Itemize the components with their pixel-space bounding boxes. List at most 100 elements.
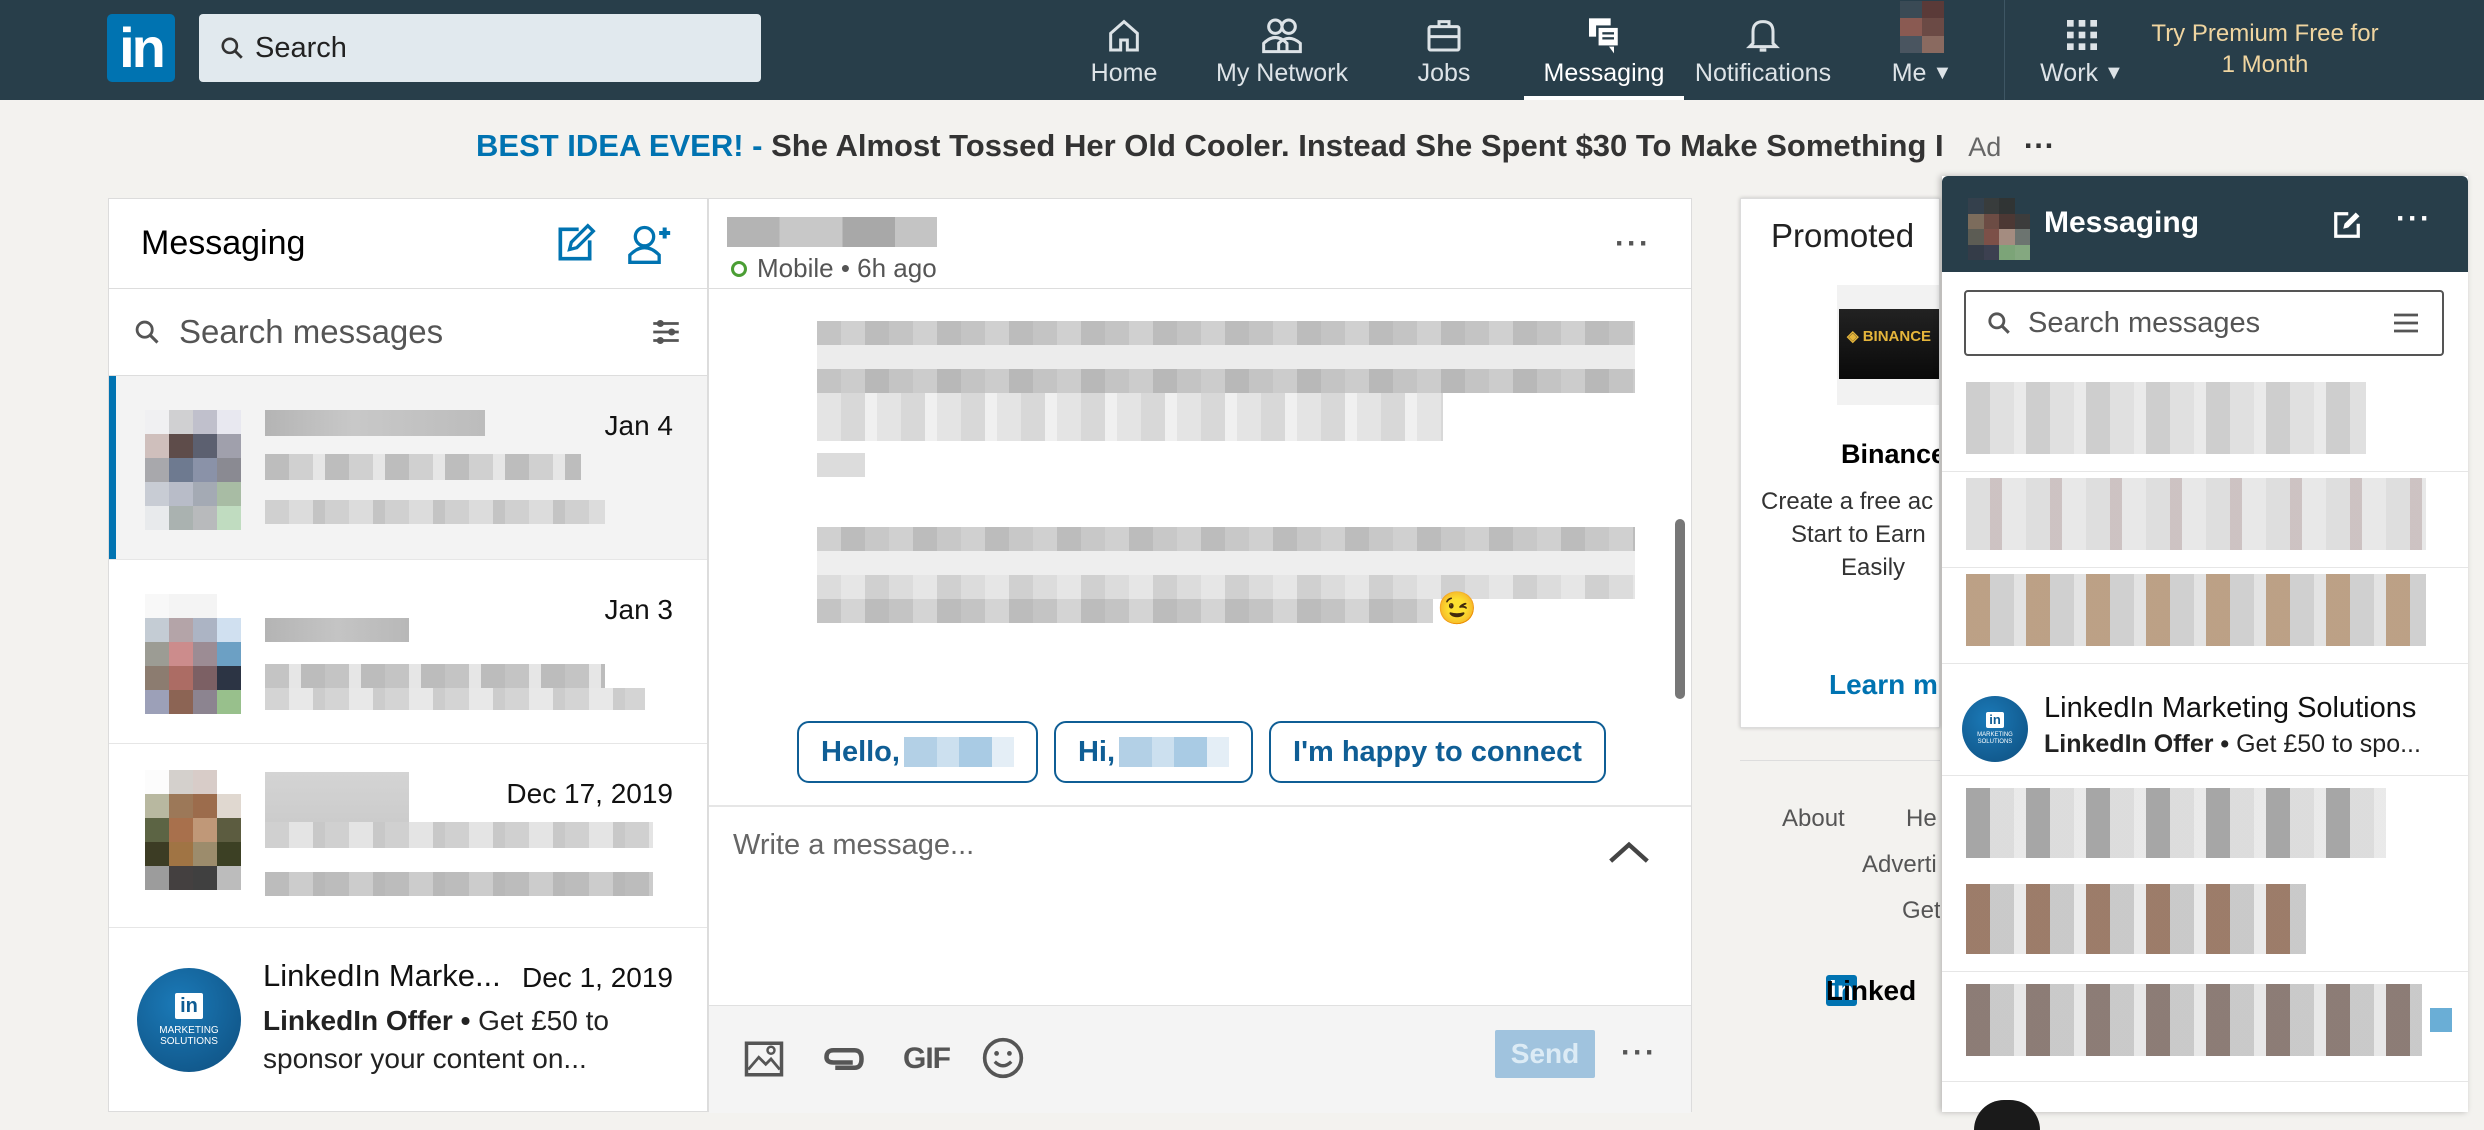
nav-work-label: Work (2040, 59, 2099, 87)
conversation-preview: LinkedIn Offer • Get £50 to spo... (2044, 730, 2421, 758)
overlay-more-button[interactable]: ··· (2396, 202, 2432, 236)
messaging-overlay: Messaging ··· Search messages in MARKETI… (1942, 176, 2468, 1130)
nav-divider (2004, 0, 2005, 100)
try-premium-link[interactable]: Try Premium Free for 1 Month (2150, 18, 2380, 80)
footer-link-advertising[interactable]: Adverti (1862, 851, 1937, 879)
footer-link-get-app[interactable]: Get (1902, 897, 1940, 925)
smart-reply-text: Hi, (1077, 735, 1116, 768)
avatar (1900, 1, 1944, 53)
linkedin-logo[interactable]: in (107, 14, 175, 82)
nav-me[interactable]: Me ▼ (1882, 0, 1962, 100)
promoted-company[interactable]: Binance (1841, 439, 1939, 470)
overlay-conversation-item[interactable]: in MARKETING SOLUTIONS LinkedIn Marketing… (1942, 676, 2468, 776)
filter-icon[interactable] (649, 315, 683, 349)
caret-down-icon: ▼ (2104, 62, 2124, 84)
emoji-icon[interactable] (981, 1036, 1025, 1080)
attachment-icon[interactable] (821, 1038, 867, 1080)
gif-button[interactable]: GIF (903, 1042, 951, 1076)
global-search-input[interactable]: Search (199, 14, 761, 82)
conversation-item[interactable]: in MARKETING SOLUTIONS LinkedIn Marke... … (109, 928, 707, 1112)
conversation-date: Dec 1, 2019 (522, 962, 673, 993)
nav-messaging[interactable]: Messaging (1524, 0, 1684, 100)
redacted-contact-name[interactable] (727, 217, 937, 247)
overlay-search-input[interactable]: Search messages (1964, 290, 2444, 356)
sponsored-headline[interactable]: BEST IDEA EVER! - She Almost Tossed Her … (476, 128, 2055, 164)
redacted-message (817, 369, 1635, 393)
overlay-conversation-item[interactable] (1942, 376, 2468, 472)
learn-more-button[interactable]: Learn mo (1829, 669, 1939, 701)
redacted-name (265, 410, 485, 436)
filter-icon[interactable] (2390, 307, 2422, 339)
redacted-conversation (1966, 884, 2306, 954)
redacted-conversation (1966, 574, 2426, 646)
overlay-conversation-item[interactable] (1942, 776, 2468, 972)
redacted-preview (265, 454, 581, 480)
messaging-overlay-header[interactable]: Messaging ··· (1942, 176, 2468, 272)
messaging-header: Messaging (109, 199, 707, 289)
compose-more-button[interactable]: ··· (1621, 1036, 1657, 1070)
avatar (1974, 1100, 2040, 1130)
avatar-label: MARKETING SOLUTIONS (1977, 732, 2013, 745)
avatar (145, 594, 241, 714)
linkedin-in-badge: in (1986, 712, 2004, 729)
nav-work[interactable]: Work ▼ (2032, 0, 2132, 100)
redacted-preview (265, 664, 605, 688)
image-icon[interactable] (743, 1038, 785, 1080)
thread-scrollbar[interactable] (1675, 519, 1685, 699)
expand-icon[interactable] (1607, 837, 1651, 867)
overlay-conversation-item[interactable] (1942, 972, 2468, 1082)
nav-notifications-label: Notifications (1694, 59, 1832, 87)
conversation-item[interactable]: Jan 3 (109, 560, 707, 744)
conversation-preview: LinkedIn Offer • Get £50 to sponsor your… (263, 1002, 643, 1078)
send-button[interactable]: Send (1495, 1030, 1595, 1078)
briefcase-icon (1427, 20, 1461, 52)
nav-notifications[interactable]: Notifications (1692, 0, 1834, 100)
nav-my-network[interactable]: My Network (1212, 0, 1352, 100)
smart-reply-hi[interactable]: Hi, (1053, 721, 1254, 783)
nav-jobs[interactable]: Jobs (1414, 0, 1474, 100)
preview-sender: LinkedIn Offer • (263, 1005, 471, 1036)
conversation-item[interactable]: Jan 4 (109, 376, 707, 560)
redacted-conversation (1966, 478, 2426, 550)
search-messages-input[interactable]: Search messages (109, 289, 707, 376)
nav-me-label: Me (1891, 59, 1927, 87)
overlay-conversation-item[interactable] (1942, 568, 2468, 664)
conversation-name: LinkedIn Marketing Solutions (2044, 692, 2417, 724)
footer-link-about[interactable]: About (1782, 805, 1845, 833)
overlay-conversation-item[interactable] (1942, 472, 2468, 568)
search-icon (1988, 312, 2010, 334)
search-placeholder: Search (255, 31, 347, 64)
conversation-more-button[interactable]: ··· (1615, 227, 1651, 261)
redacted-preview (265, 872, 653, 896)
promoted-description: Create a free ac Start to Earn Easily (1761, 488, 1934, 581)
redacted-preview (265, 822, 653, 848)
nav-home[interactable]: Home (1088, 0, 1160, 100)
binance-logo-image[interactable]: ◈ BINANCE (1839, 309, 1939, 379)
search-icon (221, 37, 243, 59)
redacted-badge (2430, 1008, 2452, 1032)
smart-reply-hello[interactable]: Hello, (797, 721, 1038, 783)
ad-more-button[interactable]: ··· (2024, 128, 2055, 163)
status-text: Mobile • 6h ago (757, 253, 937, 283)
conversation-date: Jan 3 (604, 594, 674, 625)
smart-reply-happy-to-connect[interactable]: I'm happy to connect (1269, 721, 1606, 783)
new-group-button[interactable] (625, 222, 675, 266)
message-compose-input[interactable]: Write a message... (709, 805, 1691, 1005)
ad-highlight[interactable]: BEST IDEA EVER! - (476, 128, 763, 163)
bell-icon (1746, 20, 1780, 52)
avatar (1968, 198, 2030, 260)
marketing-solutions-avatar: in MARKETING SOLUTIONS (137, 968, 241, 1072)
search-icon (135, 320, 159, 344)
redacted-name (1119, 737, 1230, 767)
compose-button[interactable] (553, 222, 597, 266)
conversation-header: Mobile • 6h ago ··· (709, 199, 1691, 289)
conversation-item[interactable]: Dec 17, 2019 (109, 744, 707, 928)
smart-reply-text: Hello, (821, 735, 900, 768)
search-messages-placeholder: Search messages (179, 313, 444, 350)
compose-icon[interactable] (2332, 210, 2362, 240)
ad-text[interactable]: She Almost Tossed Her Old Cooler. Instea… (771, 128, 1944, 163)
conversation-list-panel: Messaging Search messages Jan 4 Jan 3 De… (108, 198, 708, 1112)
footer-link-help[interactable]: He (1906, 805, 1937, 833)
overlay-search-placeholder: Search messages (2028, 306, 2261, 339)
redacted-conversation (1966, 984, 2422, 1056)
